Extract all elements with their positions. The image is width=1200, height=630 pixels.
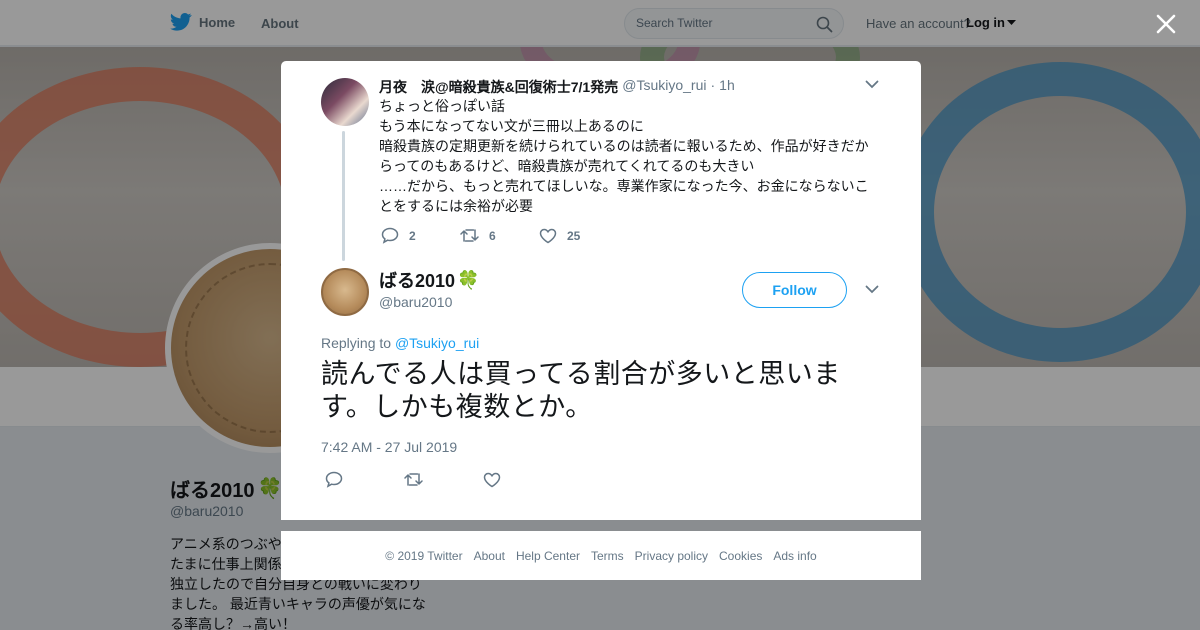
replying-to: Replying to @Tsukiyo_rui [321, 335, 479, 351]
chevron-down-icon[interactable] [865, 285, 879, 294]
four-leaf-clover-icon: 🍀 [457, 269, 480, 290]
main-author-name[interactable]: ばる2010 🍀 [379, 267, 479, 293]
heart-icon [483, 472, 501, 487]
retweet-button[interactable] [404, 472, 483, 487]
footer-link-ads-info[interactable]: Ads info [773, 549, 816, 563]
retweet-icon [404, 473, 423, 486]
footer-link-help-center[interactable]: Help Center [516, 549, 580, 563]
ancestor-avatar[interactable] [321, 78, 369, 126]
like-button[interactable]: 25 [539, 228, 618, 244]
replying-handle-link[interactable]: @Tsukiyo_rui [395, 335, 479, 351]
footer: © 2019 Twitter About Help Center Terms P… [281, 531, 921, 580]
main-tweet-actions [325, 471, 562, 488]
reply-button[interactable]: 2 [381, 227, 460, 244]
reply-count: 2 [409, 228, 416, 243]
footer-copyright: © 2019 Twitter [385, 548, 463, 563]
like-button[interactable] [483, 472, 562, 488]
main-author-avatar[interactable] [321, 268, 369, 316]
retweet-button[interactable]: 6 [460, 228, 539, 243]
main-tweet-text: 読んでる人は買ってる割合が多いと思います。しかも複数とか。 [321, 359, 841, 422]
replying-prefix: Replying to [321, 335, 392, 351]
retweet-count: 6 [489, 228, 496, 243]
footer-link-about[interactable]: About [474, 549, 505, 563]
reply-icon [325, 471, 343, 488]
follow-button[interactable]: Follow [742, 272, 847, 308]
ancestor-tweet-header: 月夜 涙@暗殺貴族&回復術士7/1発売 @Tsukiyo_rui · 1h [379, 77, 735, 97]
separator: · [710, 77, 716, 93]
ancestor-actions: 2 6 25 [381, 227, 618, 244]
heart-icon [539, 228, 557, 243]
close-icon[interactable] [1153, 11, 1179, 37]
ancestor-name[interactable]: 月夜 涙@暗殺貴族&回復術士7/1発売 [379, 77, 618, 97]
ancestor-tweet-text: ちょっと俗っぽい話 もう本になってない文が三冊以上あるのに 暗殺貴族の定期更新を… [379, 98, 869, 214]
main-author-handle[interactable]: @baru2010 [379, 294, 452, 310]
like-count: 25 [567, 228, 581, 243]
main-tweet-timestamp[interactable]: 7:42 AM - 27 Jul 2019 [321, 439, 457, 455]
reply-icon [381, 227, 399, 244]
footer-link-privacy[interactable]: Privacy policy [635, 549, 708, 563]
ancestor-handle[interactable]: @Tsukiyo_rui [622, 77, 706, 97]
footer-link-terms[interactable]: Terms [591, 549, 624, 563]
retweet-icon [460, 229, 479, 242]
tweet-modal: 月夜 涙@暗殺貴族&回復術士7/1発売 @Tsukiyo_rui · 1h ちょ… [281, 61, 921, 520]
thread-connector [342, 131, 345, 261]
chevron-down-icon[interactable] [865, 80, 879, 89]
footer-link-cookies[interactable]: Cookies [719, 549, 762, 563]
ancestor-timestamp[interactable]: 1h [719, 77, 735, 97]
main-author-name-text: ばる2010 [379, 271, 456, 291]
reply-button[interactable] [325, 471, 404, 488]
